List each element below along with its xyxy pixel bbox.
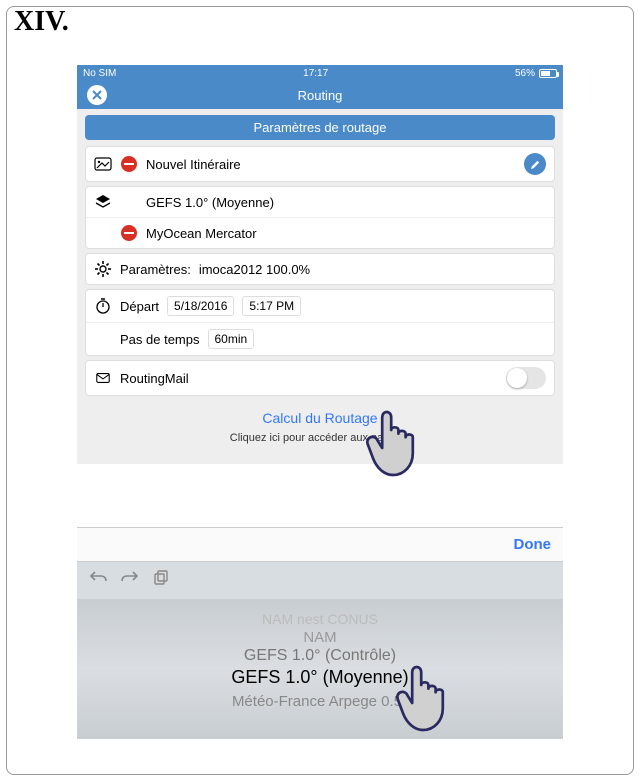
timestep-label: Pas de temps xyxy=(120,332,200,347)
departure-date-input[interactable]: 5/18/2016 xyxy=(167,296,234,316)
picker-item[interactable]: NAM nest CONUS xyxy=(77,611,563,627)
picker-panel: Done NAM nest CONUS NAM GEFS 1.0° (Contr… xyxy=(77,527,563,739)
models-card: GEFS 1.0° (Moyenne) MyOcean Mercator xyxy=(85,186,555,249)
params-card: Paramètres: imoca2012 100.0% xyxy=(85,253,555,285)
copy-icon[interactable] xyxy=(153,570,169,591)
close-icon xyxy=(92,90,102,100)
minus-icon xyxy=(121,225,137,241)
action-area: Calcul du Routage Cliquez ici pour accéd… xyxy=(77,400,563,464)
mail-icon xyxy=(94,369,112,387)
picker-shortcut-bar xyxy=(77,562,563,599)
picker-item[interactable]: GEFS 1.0° (Contrôle) xyxy=(77,647,563,665)
timestep-input[interactable]: 60min xyxy=(208,329,255,349)
done-button[interactable]: Done xyxy=(514,536,552,553)
ocean-model: MyOcean Mercator xyxy=(146,226,257,241)
pencil-icon xyxy=(530,159,541,170)
picker-item[interactable]: Météo-France Arpege 0.5° xyxy=(77,693,563,710)
remove-route-button[interactable] xyxy=(120,155,138,173)
departure-label: Départ xyxy=(120,299,159,314)
mail-card: RoutingMail xyxy=(85,360,555,396)
weather-model-select[interactable]: GEFS 1.0° (Moyenne) xyxy=(146,195,274,210)
departure-card: Départ 5/18/2016 5:17 PM Pas de temps 60… xyxy=(85,289,555,356)
battery-icon xyxy=(539,69,557,78)
edit-route-button[interactable] xyxy=(524,153,546,175)
figure-frame: No SIM 17:17 56% Routing Paramètres de r… xyxy=(6,6,634,775)
nav-bar: Routing xyxy=(77,81,563,109)
status-time: 17:17 xyxy=(303,68,328,79)
calculate-routing-button[interactable]: Calcul du Routage xyxy=(77,410,563,426)
nav-title: Routing xyxy=(298,88,343,103)
gear-icon xyxy=(94,260,112,278)
sim-status: No SIM xyxy=(83,68,116,79)
figure-label: XIV. xyxy=(14,6,69,38)
stopwatch-icon xyxy=(94,297,112,315)
layers-icon xyxy=(94,193,112,211)
mail-toggle[interactable] xyxy=(506,367,546,389)
params-value[interactable]: imoca2012 100.0% xyxy=(199,262,310,277)
picker-item[interactable]: NAM xyxy=(77,629,563,646)
route-card: Nouvel Itinéraire xyxy=(85,146,555,182)
device-screen: No SIM 17:17 56% Routing Paramètres de r… xyxy=(77,65,563,464)
picker-toolbar: Done xyxy=(77,527,563,562)
mail-label: RoutingMail xyxy=(120,371,189,386)
remove-ocean-button[interactable] xyxy=(120,224,138,242)
section-header[interactable]: Paramètres de routage xyxy=(85,115,555,140)
route-icon xyxy=(94,155,112,173)
undo-icon[interactable] xyxy=(89,570,107,591)
route-name: Nouvel Itinéraire xyxy=(146,157,241,172)
departure-time-input[interactable]: 5:17 PM xyxy=(242,296,301,316)
picker-item-selected[interactable]: GEFS 1.0° (Moyenne) xyxy=(77,667,563,688)
params-label: Paramètres: xyxy=(120,262,191,277)
battery-percent: 56% xyxy=(515,68,535,79)
status-bar: No SIM 17:17 56% xyxy=(77,65,563,81)
redo-icon[interactable] xyxy=(121,570,139,591)
picker-wheel[interactable]: NAM nest CONUS NAM GEFS 1.0° (Contrôle) … xyxy=(77,599,563,739)
close-button[interactable] xyxy=(87,85,107,105)
minus-icon xyxy=(121,156,137,172)
hint-text: Cliquez ici pour accéder aux pages d xyxy=(77,432,563,444)
